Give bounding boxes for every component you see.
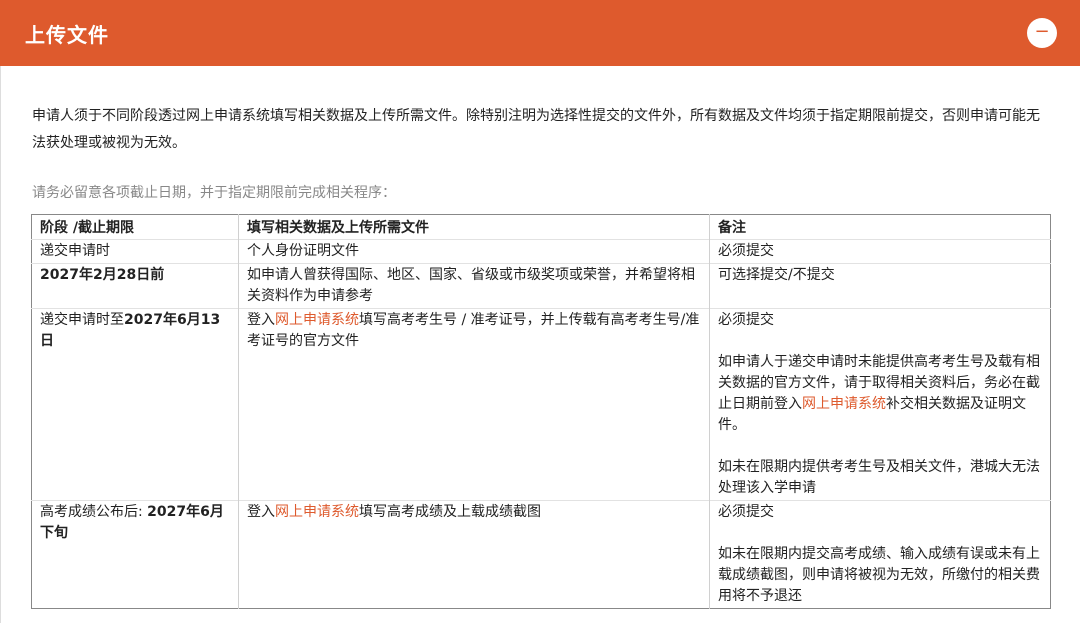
remark-required: 必须提交 [718, 504, 774, 520]
row-files: 登入网上申请系统填写高考成绩及上载成绩截图 [238, 500, 710, 609]
collapse-icon[interactable]: − [1027, 18, 1057, 48]
remark-warning: 如未在限期内提供考考生号及相关文件，港城大无法处理该入学申请 [718, 459, 1040, 496]
table-row: 递交申请时 个人身份证明文件 必须提交 [31, 239, 1051, 264]
table-row: 2027年2月28日前 如申请人曾获得国际、地区、国家、省级或市级奖项或荣誉，并… [31, 263, 1051, 309]
remark-detail: 如申请人于递交申请时未能提供高考考生号及载有相关数据的官方文件，请于取得相关资料… [718, 352, 1042, 436]
header-files: 填写相关数据及上传所需文件 [238, 214, 710, 240]
row-remark: 可选择提交/不提交 [709, 263, 1051, 309]
remark-warning: 如未在限期内提交高考成绩、输入成绩有误或未有上载成绩截图，则申请将被视为无效，所… [718, 546, 1040, 604]
stage-label: 高考成绩公布后: [40, 504, 148, 520]
table-row: 高考成绩公布后: 2027年6月下旬 登入网上申请系统填写高考成绩及上载成绩截图… [31, 500, 1051, 609]
online-system-link[interactable]: 网上申请系统 [275, 504, 359, 520]
section-header: 上传文件 − [0, 0, 1080, 66]
table-row: 递交申请时至2027年6月13日 登入网上申请系统填写高考考生号 / 准考证号，… [31, 308, 1051, 501]
row-stage: 2027年2月28日前 [31, 263, 239, 309]
online-system-link[interactable]: 网上申请系统 [275, 312, 359, 328]
row-stage: 递交申请时至2027年6月13日 [31, 308, 239, 501]
header-stage: 阶段 /截止期限 [40, 220, 134, 236]
deadline-notice: 请务必留意各项截止日期，并于指定期限前完成相关程序： [32, 185, 396, 201]
row-stage: 高考成绩公布后: 2027年6月下旬 [31, 500, 239, 609]
section-title: 上传文件 [25, 23, 109, 47]
header-remarks: 备注 [709, 214, 1051, 240]
stage-label: 递交申请时至 [40, 312, 124, 328]
row-remark: 必须提交 如申请人于递交申请时未能提供高考考生号及载有相关数据的官方文件，请于取… [709, 308, 1051, 501]
row-remark: 必须提交 如未在限期内提交高考成绩、输入成绩有误或未有上载成绩截图，则申请将被视… [709, 500, 1051, 609]
content-left-border [0, 66, 1, 623]
intro-paragraph: 申请人须于不同阶段透过网上申请系统填写相关数据及上传所需文件。除特别注明为选择性… [32, 108, 1040, 151]
online-system-link[interactable]: 网上申请系统 [802, 396, 886, 412]
remark-required: 必须提交 [718, 312, 774, 328]
row-files: 如申请人曾获得国际、地区、国家、省级或市级奖项或荣誉，并希望将相关资料作为申请参… [238, 263, 710, 309]
row-remark: 必须提交 [709, 239, 1051, 264]
requirements-table: 阶段 /截止期限 填写相关数据及上传所需文件 备注 递交申请时 个人身份证明文件… [31, 214, 1051, 609]
row-files: 个人身份证明文件 [238, 239, 710, 264]
files-text: 填写高考成绩及上载成绩截图 [359, 504, 541, 520]
files-text: 登入 [247, 312, 275, 328]
files-text: 登入 [247, 504, 275, 520]
row-files: 登入网上申请系统填写高考考生号 / 准考证号，并上传载有高考考生号/准考证号的官… [238, 308, 710, 501]
table-header-row: 阶段 /截止期限 填写相关数据及上传所需文件 备注 [32, 214, 1051, 240]
row-stage: 递交申请时 [31, 239, 239, 264]
